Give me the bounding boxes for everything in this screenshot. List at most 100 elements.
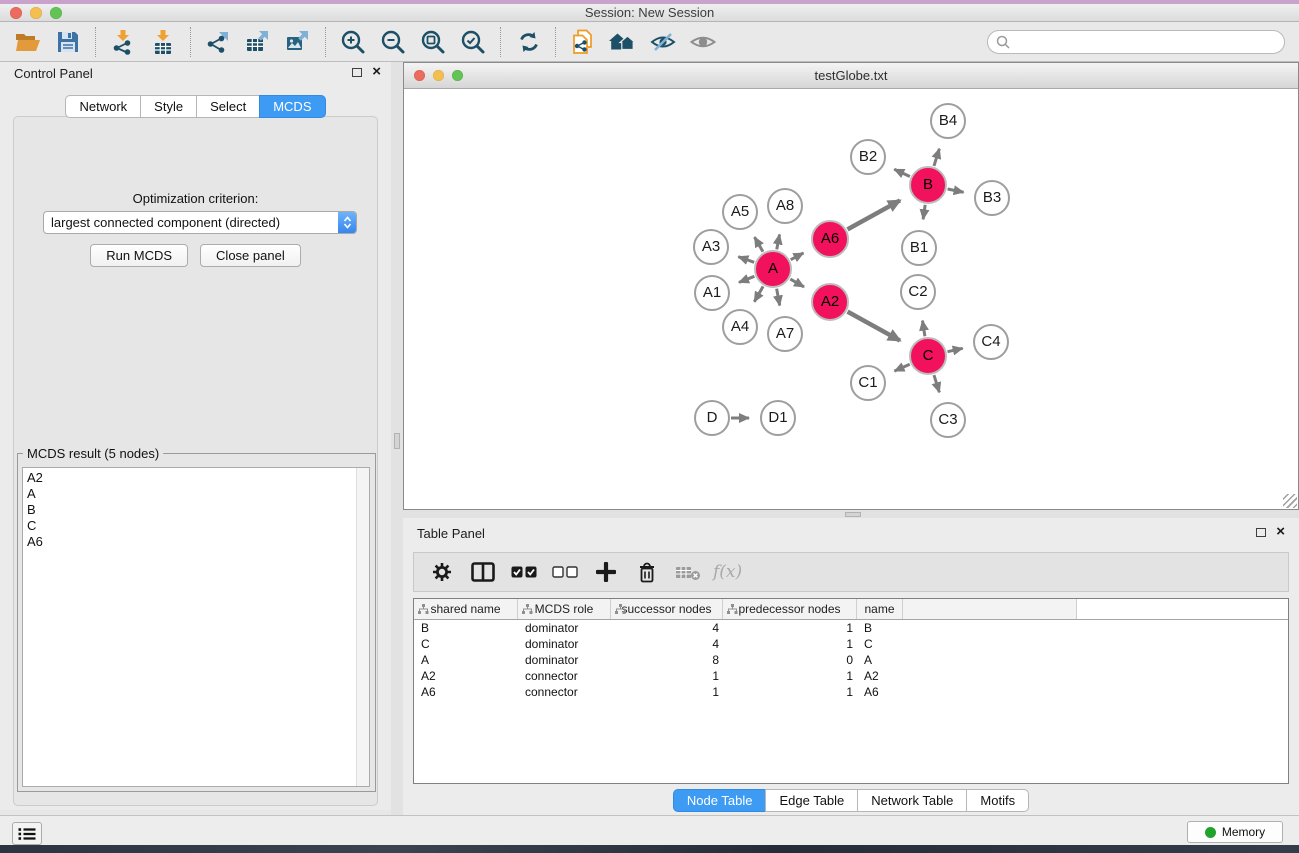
import-table-button[interactable] xyxy=(143,24,183,60)
graph-node-A8[interactable]: A8 xyxy=(767,188,803,224)
edge-A-A6[interactable] xyxy=(791,253,804,260)
table-settings-button[interactable] xyxy=(426,556,458,588)
edge-C-C3[interactable] xyxy=(934,375,939,392)
copy-network-button[interactable] xyxy=(563,24,603,60)
table-row-c[interactable]: Cdominator41C xyxy=(414,636,1288,652)
column-header-name[interactable]: name xyxy=(857,599,903,619)
zoom-fit-button[interactable] xyxy=(413,24,453,60)
graph-node-B1[interactable]: B1 xyxy=(901,230,937,266)
column-header-predecessor-nodes[interactable]: predecessor nodes xyxy=(723,599,857,619)
deselect-all-button[interactable] xyxy=(549,556,581,588)
edge-A-A2[interactable] xyxy=(790,279,804,287)
tab-node-table[interactable]: Node Table xyxy=(673,789,767,812)
zoom-out-button[interactable] xyxy=(373,24,413,60)
column-header-MCDS-role[interactable]: MCDS role xyxy=(518,599,611,619)
graph-node-A3[interactable]: A3 xyxy=(693,229,729,265)
edge-B-B2[interactable] xyxy=(894,169,910,176)
export-image-button[interactable] xyxy=(278,24,318,60)
scrollbar-track[interactable] xyxy=(356,468,369,786)
delete-row-button[interactable] xyxy=(631,556,663,588)
edge-A-A4[interactable] xyxy=(754,286,763,301)
close-panel-icon[interactable]: × xyxy=(1276,527,1285,537)
splitter-handle[interactable] xyxy=(394,433,400,449)
mcds-result-item-a6[interactable]: A6 xyxy=(23,534,369,550)
vertical-splitter[interactable] xyxy=(391,62,403,815)
graph-node-C1[interactable]: C1 xyxy=(850,365,886,401)
refresh-network-button[interactable] xyxy=(508,24,548,60)
edge-B-B4[interactable] xyxy=(934,149,939,166)
edge-B-B3[interactable] xyxy=(948,189,964,192)
edge-A-A7[interactable] xyxy=(777,289,780,306)
mcds-result-item-a[interactable]: A xyxy=(23,486,369,502)
column-header-shared-name[interactable]: shared name xyxy=(414,599,518,619)
graph-node-C[interactable]: C xyxy=(909,337,947,375)
memory-button[interactable]: Memory xyxy=(1187,821,1283,843)
import-network-button[interactable] xyxy=(103,24,143,60)
edge-A-A5[interactable] xyxy=(755,237,763,252)
graph-node-B2[interactable]: B2 xyxy=(850,139,886,175)
network-canvas[interactable]: B4B2BB3A8A5A6A3B1AC2A1A2A4A7C4CC1C3DD1 xyxy=(404,89,1298,509)
graph-node-A4[interactable]: A4 xyxy=(722,309,758,345)
zoom-selected-button[interactable] xyxy=(453,24,493,60)
edge-A6-B[interactable] xyxy=(848,200,900,229)
show-column-button[interactable] xyxy=(467,556,499,588)
column-header-successor-nodes[interactable]: successor nodes xyxy=(611,599,723,619)
run-mcds-button[interactable]: Run MCDS xyxy=(90,244,188,267)
close-panel-icon[interactable]: × xyxy=(372,67,381,77)
tab-mcds[interactable]: MCDS xyxy=(259,95,325,118)
show-panels-button[interactable] xyxy=(683,24,723,60)
graph-node-B4[interactable]: B4 xyxy=(930,103,966,139)
network-window-titlebar[interactable]: testGlobe.txt xyxy=(404,63,1298,89)
graph-node-C4[interactable]: C4 xyxy=(973,324,1009,360)
graph-node-B3[interactable]: B3 xyxy=(974,180,1010,216)
graph-node-C3[interactable]: C3 xyxy=(930,402,966,438)
tab-style[interactable]: Style xyxy=(140,95,197,118)
export-network-button[interactable] xyxy=(198,24,238,60)
mcds-result-item-c[interactable]: C xyxy=(23,518,369,534)
edge-A-A1[interactable] xyxy=(739,276,754,282)
optimization-criterion-dropdown[interactable]: largest connected component (directed) xyxy=(43,211,357,234)
search-field[interactable] xyxy=(987,30,1285,54)
edge-C-C2[interactable] xyxy=(922,321,924,337)
delete-column-button[interactable] xyxy=(672,556,704,588)
table-row-a[interactable]: Adominator80A xyxy=(414,652,1288,668)
tab-network-table[interactable]: Network Table xyxy=(857,789,967,812)
graph-node-B[interactable]: B xyxy=(909,166,947,204)
mcds-result-item-a2[interactable]: A2 xyxy=(23,468,369,486)
edge-C-C1[interactable] xyxy=(894,364,909,371)
table-row-a2[interactable]: A2connector11A2 xyxy=(414,668,1288,684)
tab-select[interactable]: Select xyxy=(196,95,260,118)
save-session-button[interactable] xyxy=(48,24,88,60)
hide-panels-button[interactable] xyxy=(643,24,683,60)
graph-node-A2[interactable]: A2 xyxy=(811,283,849,321)
table-row-b[interactable]: Bdominator41B xyxy=(414,620,1288,636)
tab-edge-table[interactable]: Edge Table xyxy=(765,789,858,812)
select-all-button[interactable] xyxy=(508,556,540,588)
tab-network[interactable]: Network xyxy=(65,95,141,118)
search-input[interactable] xyxy=(1015,35,1276,49)
graph-node-A5[interactable]: A5 xyxy=(722,194,758,230)
edge-C-C4[interactable] xyxy=(948,348,963,351)
float-panel-icon[interactable] xyxy=(1256,528,1266,537)
function-builder-button[interactable]: f(x) xyxy=(713,556,742,588)
edge-A-A8[interactable] xyxy=(777,234,780,249)
graph-node-A6[interactable]: A6 xyxy=(811,220,849,258)
float-panel-icon[interactable] xyxy=(352,68,362,77)
add-row-button[interactable] xyxy=(590,556,622,588)
edge-A-A3[interactable] xyxy=(738,257,754,263)
mcds-result-item-b[interactable]: B xyxy=(23,502,369,518)
graph-node-D1[interactable]: D1 xyxy=(760,400,796,436)
graph-node-A7[interactable]: A7 xyxy=(767,316,803,352)
graph-node-A1[interactable]: A1 xyxy=(694,275,730,311)
graph-node-C2[interactable]: C2 xyxy=(900,274,936,310)
graph-node-A[interactable]: A xyxy=(754,250,792,288)
home-button[interactable] xyxy=(603,24,643,60)
app-titlebar[interactable]: Session: New Session xyxy=(0,4,1299,22)
edge-A2-C[interactable] xyxy=(848,312,900,341)
zoom-in-button[interactable] xyxy=(333,24,373,60)
close-panel-button[interactable]: Close panel xyxy=(200,244,301,267)
export-table-button[interactable] xyxy=(238,24,278,60)
window-resize-grip[interactable] xyxy=(1283,494,1297,508)
table-row-a6[interactable]: A6connector11A6 xyxy=(414,684,1288,700)
horizontal-splitter[interactable] xyxy=(403,510,1299,518)
